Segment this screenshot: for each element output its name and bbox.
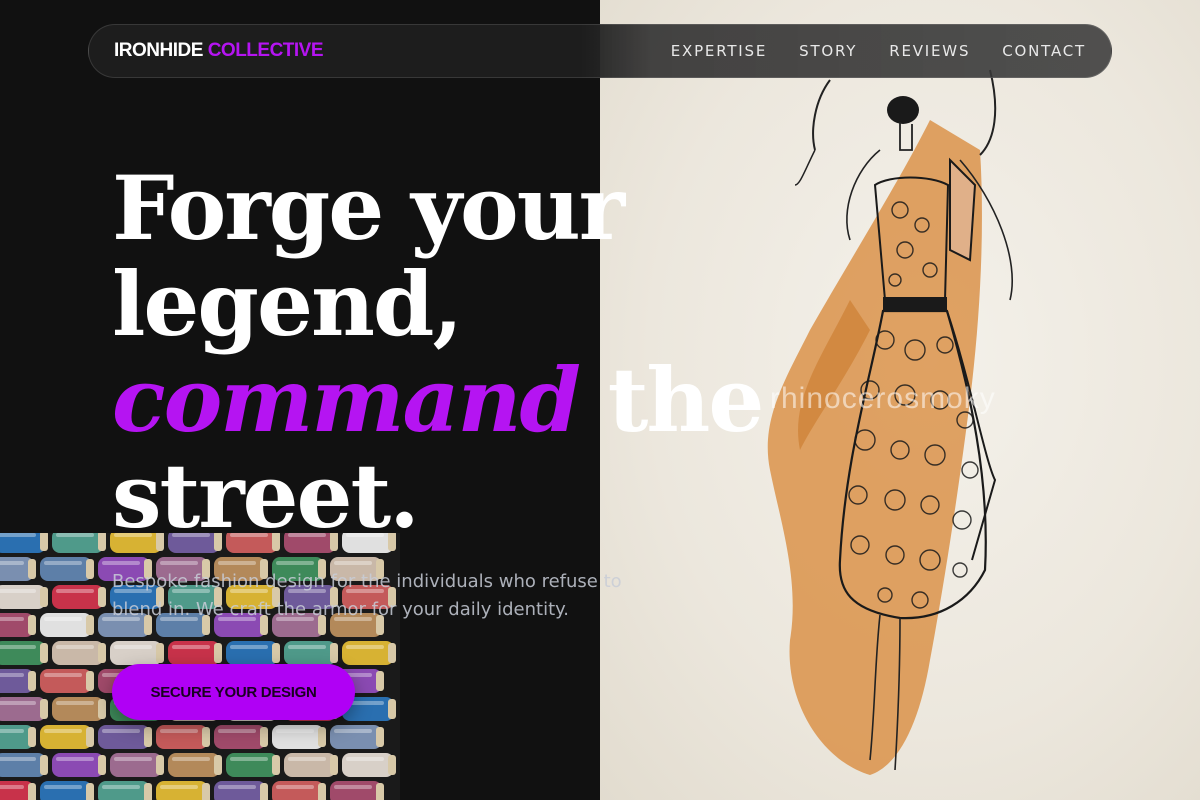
thread-spool bbox=[342, 753, 396, 777]
nav-link-story[interactable]: STORY bbox=[799, 42, 857, 60]
headline-line-3: command the bbox=[112, 352, 764, 448]
brand-logo[interactable]: IRONHIDE COLLECTIVE bbox=[114, 40, 324, 62]
thread-spool bbox=[272, 725, 326, 749]
thread-spool bbox=[110, 753, 164, 777]
thread-spool bbox=[0, 697, 48, 721]
nav-link-contact[interactable]: CONTACT bbox=[1002, 42, 1086, 60]
thread-spool bbox=[0, 585, 48, 609]
hero-subtext: Bespoke fashion design for the individua… bbox=[112, 571, 622, 620]
thread-spool bbox=[52, 641, 106, 665]
thread-spool bbox=[0, 781, 36, 800]
nav-link-reviews[interactable]: REVIEWS bbox=[889, 42, 970, 60]
thread-spool bbox=[52, 585, 106, 609]
top-navbar: IRONHIDE COLLECTIVE EXPERTISE STORY REVI… bbox=[88, 24, 1112, 78]
thread-spool bbox=[40, 557, 94, 581]
thread-spool bbox=[226, 753, 280, 777]
thread-spool bbox=[342, 641, 396, 665]
thread-spool bbox=[0, 557, 36, 581]
thread-spool bbox=[156, 781, 210, 800]
thread-spool bbox=[52, 753, 106, 777]
thread-spool bbox=[214, 725, 268, 749]
thread-spool bbox=[168, 753, 222, 777]
thread-spool bbox=[156, 725, 210, 749]
thread-spool bbox=[0, 641, 48, 665]
thread-spool bbox=[0, 613, 36, 637]
thread-spool bbox=[52, 697, 106, 721]
thread-spool bbox=[0, 753, 48, 777]
headline-line-4: street. bbox=[112, 444, 420, 548]
nav-links: EXPERTISE STORY REVIEWS CONTACT bbox=[671, 42, 1086, 60]
thread-spool bbox=[330, 781, 384, 800]
thread-spool bbox=[0, 725, 36, 749]
headline-accent-word: command bbox=[112, 348, 581, 452]
thread-spool bbox=[168, 641, 222, 665]
thread-spool bbox=[330, 725, 384, 749]
thread-spool bbox=[284, 753, 338, 777]
thread-spool bbox=[272, 781, 326, 800]
thread-spool bbox=[40, 669, 94, 693]
headline-line-3-rest: the bbox=[607, 348, 765, 452]
thread-spool bbox=[98, 725, 152, 749]
thread-spool bbox=[52, 533, 106, 553]
thread-spool bbox=[110, 641, 164, 665]
headline-line-2: legend, bbox=[112, 252, 463, 356]
image-watermark: rhinocerosmoky bbox=[770, 382, 996, 415]
hero-headline: Forge your legend, command the street. bbox=[112, 156, 764, 548]
headline-line-1: Forge your bbox=[112, 156, 625, 260]
thread-spool bbox=[0, 669, 36, 693]
brand-primary: IRONHIDE bbox=[114, 40, 203, 61]
thread-spool bbox=[214, 781, 268, 800]
secure-design-button[interactable]: SECURE YOUR DESIGN bbox=[112, 664, 355, 720]
thread-spool bbox=[0, 533, 48, 553]
thread-spool bbox=[98, 781, 152, 800]
thread-spool bbox=[40, 613, 94, 637]
brand-accent: COLLECTIVE bbox=[207, 40, 324, 61]
thread-spool bbox=[284, 641, 338, 665]
nav-link-expertise[interactable]: EXPERTISE bbox=[671, 42, 767, 60]
thread-spool bbox=[40, 725, 94, 749]
thread-spool bbox=[226, 641, 280, 665]
thread-spool bbox=[40, 781, 94, 800]
